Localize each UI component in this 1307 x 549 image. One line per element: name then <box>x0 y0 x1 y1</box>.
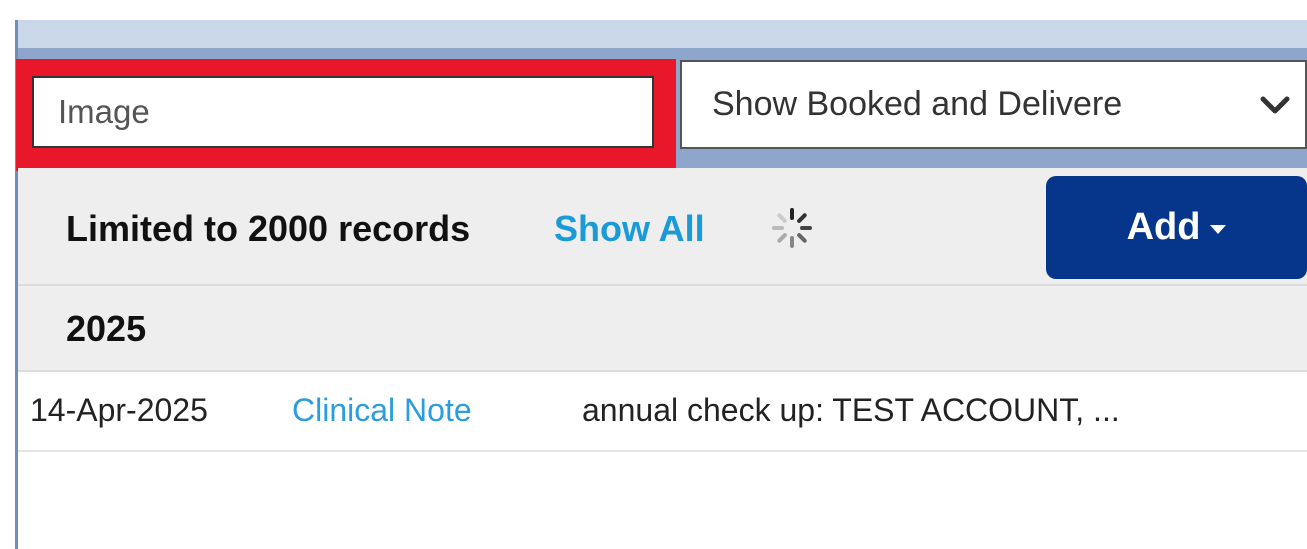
record-limit-text: Limited to 2000 records <box>66 208 471 249</box>
record-date: 14-Apr-2025 <box>30 392 208 428</box>
panel-top-band <box>18 20 1307 48</box>
show-all-link[interactable]: Show All <box>554 208 705 250</box>
table-row[interactable]: 14-Apr-2025 Clinical Note annual check u… <box>18 372 1307 452</box>
loading-spinner-icon <box>772 208 812 248</box>
record-filter-selected-value: Show Booked and Delivere <box>712 85 1123 123</box>
year-group-header: 2025 <box>18 286 1307 372</box>
add-button-label: Add <box>1126 206 1201 248</box>
add-button[interactable]: Add <box>1046 176 1307 279</box>
records-toolbar: Limited to 2000 records Show All Add <box>18 168 1307 286</box>
record-description: annual check up: TEST ACCOUNT, ... <box>582 392 1120 428</box>
record-type-link[interactable]: Clinical Note <box>292 392 472 429</box>
search-input[interactable]: Image <box>32 76 654 148</box>
caret-down-icon <box>1210 225 1227 234</box>
record-filter-select[interactable]: Show Booked and Delivere <box>680 60 1307 149</box>
chevron-down-icon <box>1260 96 1290 114</box>
year-label: 2025 <box>66 308 147 349</box>
